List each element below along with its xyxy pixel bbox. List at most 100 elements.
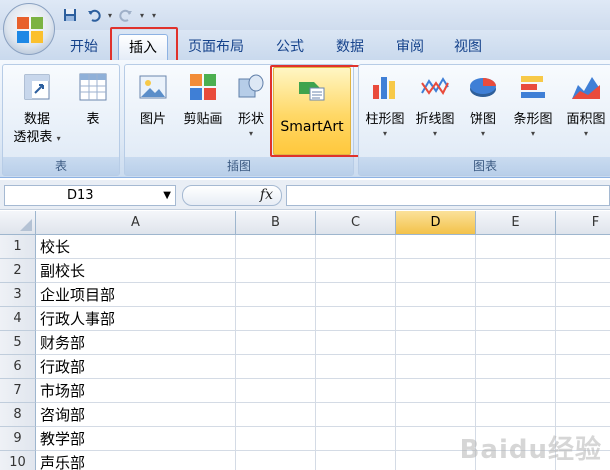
cell-b6[interactable] — [236, 355, 316, 379]
cell-f3[interactable] — [556, 283, 610, 307]
cell-c9[interactable] — [316, 427, 396, 451]
undo-dropdown-icon[interactable]: ▾ — [108, 11, 112, 20]
cell-a10[interactable]: 声乐部 — [36, 451, 236, 470]
row-header[interactable]: 9 — [0, 427, 36, 451]
undo-icon[interactable] — [84, 5, 104, 25]
cell-e6[interactable] — [476, 355, 556, 379]
cell-c4[interactable] — [316, 307, 396, 331]
pie-chart-button[interactable]: 饼图 ▾ — [463, 69, 503, 138]
picture-button[interactable]: 图片 — [131, 69, 175, 129]
cell-a7[interactable]: 市场部 — [36, 379, 236, 403]
cell-b1[interactable] — [236, 235, 316, 259]
cell-c3[interactable] — [316, 283, 396, 307]
cell-c2[interactable] — [316, 259, 396, 283]
cell-b5[interactable] — [236, 331, 316, 355]
insert-function-button[interactable]: fx — [260, 187, 273, 203]
tab-formulas[interactable]: 公式 — [266, 34, 314, 60]
column-chart-button[interactable]: 柱形图 ▾ — [361, 69, 409, 138]
bar-chart-button[interactable]: 条形图 ▾ — [507, 69, 559, 138]
cell-c1[interactable] — [316, 235, 396, 259]
customize-qat-icon[interactable]: ▾ — [152, 11, 156, 20]
cell-b9[interactable] — [236, 427, 316, 451]
column-header-b[interactable]: B — [236, 211, 316, 235]
row-header[interactable]: 10 — [0, 451, 36, 470]
row-header[interactable]: 5 — [0, 331, 36, 355]
cell-a9[interactable]: 教学部 — [36, 427, 236, 451]
cell-c6[interactable] — [316, 355, 396, 379]
cell-f7[interactable] — [556, 379, 610, 403]
table-button[interactable]: 表 — [69, 69, 117, 129]
cell-d6[interactable] — [396, 355, 476, 379]
cell-e8[interactable] — [476, 403, 556, 427]
line-chart-button[interactable]: 折线图 ▾ — [411, 69, 459, 138]
tab-page-layout[interactable]: 页面布局 — [178, 34, 254, 60]
formula-input[interactable] — [286, 185, 610, 206]
cell-d8[interactable] — [396, 403, 476, 427]
cell-b7[interactable] — [236, 379, 316, 403]
column-header-a[interactable]: A — [36, 211, 236, 235]
name-box[interactable]: D13 ▼ — [4, 185, 176, 206]
redo-icon[interactable] — [116, 5, 136, 25]
row-header[interactable]: 8 — [0, 403, 36, 427]
cell-a8[interactable]: 咨询部 — [36, 403, 236, 427]
save-icon[interactable] — [60, 5, 80, 25]
cell-c7[interactable] — [316, 379, 396, 403]
cell-f5[interactable] — [556, 331, 610, 355]
cell-a6[interactable]: 行政部 — [36, 355, 236, 379]
shapes-button[interactable]: 形状 ▾ — [231, 69, 271, 138]
pie-dropdown-icon: ▾ — [480, 129, 485, 138]
row-header[interactable]: 2 — [0, 259, 36, 283]
bar-chart-label: 条形图 — [513, 112, 553, 127]
cell-e5[interactable] — [476, 331, 556, 355]
cell-d1[interactable] — [396, 235, 476, 259]
pivot-table-button[interactable]: 数据 透视表 ▾ — [9, 69, 65, 148]
cell-f6[interactable] — [556, 355, 610, 379]
cell-d7[interactable] — [396, 379, 476, 403]
cell-d4[interactable] — [396, 307, 476, 331]
column-header-e[interactable]: E — [476, 211, 556, 235]
column-header-c[interactable]: C — [316, 211, 396, 235]
name-box-dropdown-icon[interactable]: ▼ — [163, 186, 171, 205]
tab-data[interactable]: 数据 — [326, 34, 374, 60]
cell-d3[interactable] — [396, 283, 476, 307]
area-chart-button[interactable]: 面积图 ▾ — [561, 69, 610, 138]
column-header-f[interactable]: F — [556, 211, 610, 235]
cell-b3[interactable] — [236, 283, 316, 307]
tab-home[interactable]: 开始 — [60, 34, 108, 60]
cell-c5[interactable] — [316, 331, 396, 355]
tab-review[interactable]: 审阅 — [386, 34, 434, 60]
cell-e4[interactable] — [476, 307, 556, 331]
cell-e1[interactable] — [476, 235, 556, 259]
cell-b4[interactable] — [236, 307, 316, 331]
cell-e3[interactable] — [476, 283, 556, 307]
clipart-button[interactable]: 剪贴画 — [177, 69, 229, 129]
office-button[interactable] — [3, 3, 55, 55]
cell-c10[interactable] — [316, 451, 396, 470]
row-header[interactable]: 6 — [0, 355, 36, 379]
cell-d2[interactable] — [396, 259, 476, 283]
select-all-corner[interactable] — [0, 211, 36, 235]
cell-a1[interactable]: 校长 — [36, 235, 236, 259]
cell-b10[interactable] — [236, 451, 316, 470]
cell-f4[interactable] — [556, 307, 610, 331]
cell-b2[interactable] — [236, 259, 316, 283]
row-header[interactable]: 4 — [0, 307, 36, 331]
cell-e2[interactable] — [476, 259, 556, 283]
redo-dropdown-icon[interactable]: ▾ — [140, 11, 144, 20]
cell-f2[interactable] — [556, 259, 610, 283]
cell-b8[interactable] — [236, 403, 316, 427]
cell-f8[interactable] — [556, 403, 610, 427]
column-header-d[interactable]: D — [396, 211, 476, 235]
cell-a5[interactable]: 财务部 — [36, 331, 236, 355]
cell-a2[interactable]: 副校长 — [36, 259, 236, 283]
cell-c8[interactable] — [316, 403, 396, 427]
row-header[interactable]: 7 — [0, 379, 36, 403]
cell-a4[interactable]: 行政人事部 — [36, 307, 236, 331]
cell-f1[interactable] — [556, 235, 610, 259]
cell-e7[interactable] — [476, 379, 556, 403]
row-header[interactable]: 1 — [0, 235, 36, 259]
cell-d5[interactable] — [396, 331, 476, 355]
row-header[interactable]: 3 — [0, 283, 36, 307]
cell-a3[interactable]: 企业项目部 — [36, 283, 236, 307]
tab-view[interactable]: 视图 — [444, 34, 492, 60]
